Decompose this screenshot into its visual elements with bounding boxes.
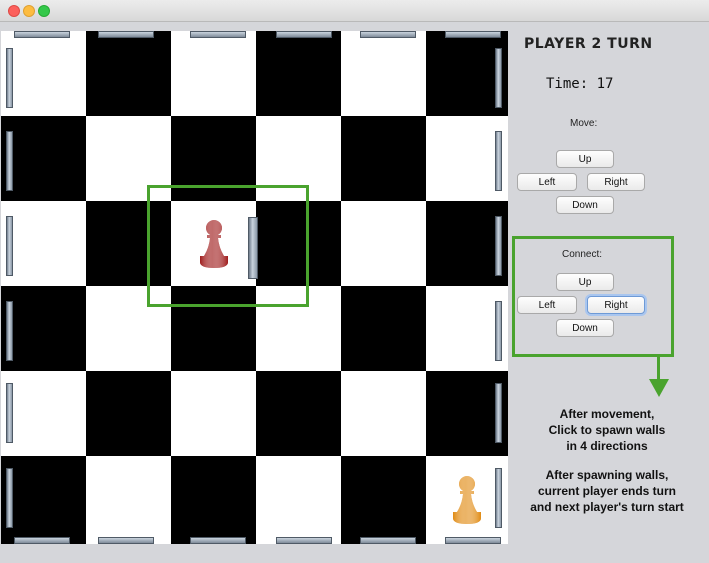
callout-arrow-head-icon: [649, 379, 669, 397]
connect-down-button[interactable]: Down: [556, 319, 614, 337]
wall-segment: [276, 31, 332, 38]
note-line: in 4 directions: [566, 439, 648, 453]
board-square: [1, 371, 86, 456]
board-square: [256, 456, 341, 544]
board-square: [1, 286, 86, 371]
wall-segment: [190, 31, 246, 38]
wall-segment: [495, 383, 502, 443]
turn-instructions: After spawning walls, current player end…: [512, 467, 702, 515]
board-square: [86, 371, 171, 456]
wall-segment: [6, 468, 13, 528]
wall-segment: [495, 301, 502, 361]
wall-segment: [190, 537, 246, 544]
wall-segment: [6, 216, 13, 276]
window-titlebar: [0, 0, 709, 22]
wall-segment: [276, 537, 332, 544]
orange-pawn-icon[interactable]: [447, 470, 487, 530]
maximize-window-button[interactable]: [38, 5, 50, 17]
wall-segment: [360, 537, 416, 544]
wall-segment: [14, 31, 70, 38]
wall-segment: [495, 131, 502, 191]
wall-segment: [6, 131, 13, 191]
board-square: [341, 371, 426, 456]
note-line: Click to spawn walls: [548, 423, 666, 437]
board-square: [171, 371, 256, 456]
board-square: [1, 456, 86, 544]
board-square: [86, 456, 171, 544]
timer-label: Time:: [546, 76, 589, 92]
wall-segment: [6, 383, 13, 443]
board-square: [1, 116, 86, 201]
connect-section-label: Connect:: [562, 249, 603, 260]
wall-segment: [445, 537, 501, 544]
connect-left-button[interactable]: Left: [517, 296, 577, 314]
note-line: and next player's turn start: [530, 500, 684, 514]
wall-segment: [6, 301, 13, 361]
note-line: After spawning walls,: [545, 468, 669, 482]
move-up-button[interactable]: Up: [556, 150, 614, 168]
connect-right-button[interactable]: Right: [587, 296, 645, 314]
board-square: [171, 456, 256, 544]
timer-display: Time: 17: [546, 76, 613, 92]
callout-arrow-line: [657, 357, 660, 381]
wall-segment: [495, 216, 502, 276]
wall-segment: [360, 31, 416, 38]
note-line: current player ends turn: [537, 484, 677, 498]
wall-segment: [14, 537, 70, 544]
board-square: [341, 286, 426, 371]
turn-title: PLAYER 2 TURN: [524, 36, 653, 52]
board-square: [86, 31, 171, 116]
close-window-button[interactable]: [8, 5, 20, 17]
wall-segment: [495, 48, 502, 108]
board-square: [341, 456, 426, 544]
wall-segment: [98, 537, 154, 544]
board-square: [171, 31, 256, 116]
wall-segment: [445, 31, 501, 38]
wall-segment: [98, 31, 154, 38]
board-square: [256, 31, 341, 116]
wall-segment: [6, 48, 13, 108]
board-square: [256, 371, 341, 456]
note-line: After movement,: [559, 407, 655, 421]
move-section-label: Move:: [570, 118, 598, 129]
current-move-highlight: [147, 185, 309, 307]
board-square: [1, 201, 86, 286]
board-square: [341, 116, 426, 201]
wall-segment: [495, 468, 502, 528]
movement-instructions: After movement, Click to spawn walls in …: [512, 406, 702, 454]
move-left-button[interactable]: Left: [517, 173, 577, 191]
board-square: [341, 201, 426, 286]
board-square: [1, 31, 86, 116]
move-right-button[interactable]: Right: [587, 173, 645, 191]
minimize-window-button[interactable]: [23, 5, 35, 17]
board-square: [341, 31, 426, 116]
move-down-button[interactable]: Down: [556, 196, 614, 214]
timer-value: 17: [596, 76, 614, 92]
connect-up-button[interactable]: Up: [556, 273, 614, 291]
